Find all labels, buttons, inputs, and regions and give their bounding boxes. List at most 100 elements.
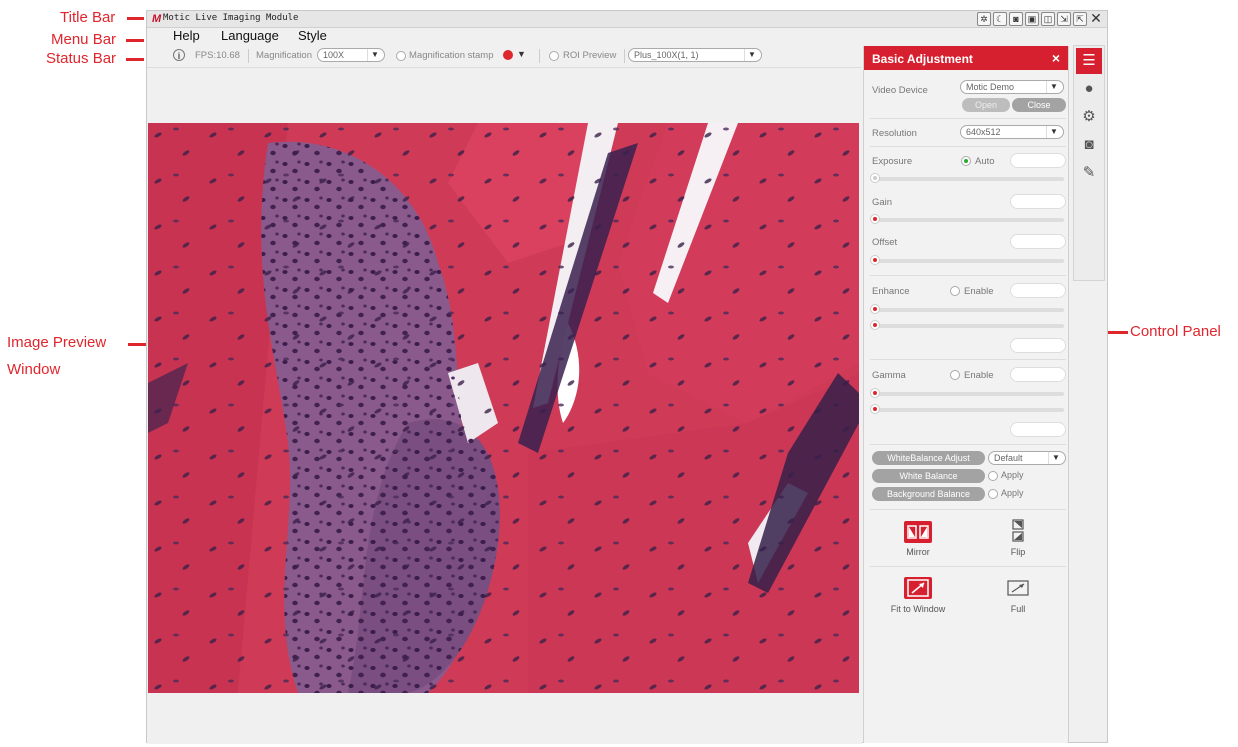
control-panel: Basic Adjustment × Video Device Motic De… <box>863 46 1069 743</box>
roi-preview-radio[interactable] <box>549 51 559 61</box>
chevron-down-icon: ▼ <box>1048 452 1063 464</box>
title-bar: M Motic Live Imaging Module ✲ ☾ ◙ ▣ ◫ ⇲ … <box>147 11 1107 28</box>
white-balance-button[interactable]: White Balance <box>872 469 985 483</box>
background-balance-apply-label: Apply <box>1001 488 1024 498</box>
white-balance-apply-radio[interactable] <box>988 471 998 481</box>
expand-icon[interactable]: ⇱ <box>1073 12 1087 26</box>
color-balls-icon[interactable]: ● <box>1076 76 1102 102</box>
resolution-select[interactable]: 640x512 ▼ <box>960 125 1064 139</box>
magnification-stamp-radio[interactable] <box>396 51 406 61</box>
enhance-value-field[interactable] <box>1010 283 1066 298</box>
enhance-label: Enhance <box>872 286 910 297</box>
control-panel-title: Basic Adjustment <box>872 52 973 66</box>
exposure-value-field[interactable] <box>1010 153 1066 168</box>
gamma-enable-radio[interactable] <box>950 370 960 380</box>
white-balance-adjust-value: Default <box>994 453 1023 463</box>
annotation-line-menu-bar <box>126 39 144 42</box>
menu-language[interactable]: Language <box>221 28 279 43</box>
sliders-icon[interactable]: ☰ <box>1076 48 1102 74</box>
annotation-line-image-preview <box>128 343 146 346</box>
gamma-enable-label: Enable <box>964 370 994 381</box>
enhance-value-field-2[interactable] <box>1010 338 1066 353</box>
annotation-title-bar: Title Bar <box>60 9 116 26</box>
info-icon[interactable]: i <box>173 49 185 61</box>
annotation-image-preview: Image Preview <box>7 334 107 351</box>
mirror-label: Mirror <box>906 547 930 557</box>
chevron-down-icon: ▼ <box>367 49 382 61</box>
gamma-value-field-2[interactable] <box>1010 422 1066 437</box>
divider <box>870 118 1066 119</box>
slider-handle[interactable] <box>870 214 880 224</box>
separator <box>624 49 625 63</box>
close-device-button[interactable]: Close <box>1012 98 1066 112</box>
split-icon[interactable]: ◫ <box>1041 12 1055 26</box>
close-icon[interactable]: ✕ <box>1089 11 1103 26</box>
microscope-image[interactable] <box>148 123 859 693</box>
white-balance-adjust-select[interactable]: Default ▼ <box>988 451 1066 465</box>
divider <box>870 275 1066 276</box>
stamp-color-swatch[interactable] <box>503 50 513 60</box>
gain-value-field[interactable] <box>1010 194 1066 209</box>
moon-icon[interactable]: ☾ <box>993 12 1007 26</box>
slider-handle[interactable] <box>870 404 880 414</box>
full-icon[interactable] <box>1004 577 1032 599</box>
background-balance-button[interactable]: Background Balance <box>872 487 985 501</box>
gears-icon[interactable]: ⚙ <box>1076 104 1102 130</box>
slider-handle[interactable] <box>870 304 880 314</box>
magnification-select[interactable]: 100X ▼ <box>317 48 385 62</box>
annotation-line-status-bar <box>126 58 144 61</box>
fit-to-window-label: Fit to Window <box>890 604 946 614</box>
control-panel-header: Basic Adjustment × <box>864 46 1068 70</box>
annotation-line-title-bar <box>127 17 144 20</box>
slider-handle[interactable] <box>870 388 880 398</box>
settings-icon[interactable]: ✲ <box>977 12 991 26</box>
white-balance-adjust-button[interactable]: WhiteBalance Adjust <box>872 451 985 465</box>
annotation-line-control-panel <box>1108 331 1128 334</box>
window-icon[interactable]: ▣ <box>1025 12 1039 26</box>
flip-icon[interactable] <box>1004 518 1032 542</box>
magnification-stamp-label: Magnification stamp <box>409 50 494 61</box>
exposure-slider[interactable] <box>870 173 1064 183</box>
annotation-image-preview-window: Window <box>7 361 61 378</box>
ruler-icon[interactable]: ✎ <box>1076 160 1102 186</box>
app-window: M Motic Live Imaging Module ✲ ☾ ◙ ▣ ◫ ⇲ … <box>146 10 1108 744</box>
full-label: Full <box>1010 604 1026 614</box>
chevron-down-icon[interactable]: ▼ <box>517 49 526 59</box>
separator <box>248 49 249 63</box>
camera-icon[interactable]: ◙ <box>1009 12 1023 26</box>
video-device-select[interactable]: Motic Demo ▼ <box>960 80 1064 94</box>
divider <box>870 566 1066 567</box>
camera-icon[interactable]: ◙ <box>1076 132 1102 158</box>
mirror-icon[interactable] <box>904 521 932 543</box>
background-balance-apply-radio[interactable] <box>988 489 998 499</box>
shrink-icon[interactable]: ⇲ <box>1057 12 1071 26</box>
slider-handle[interactable] <box>870 173 880 183</box>
exposure-auto-radio[interactable] <box>961 156 971 166</box>
menu-style[interactable]: Style <box>298 28 327 43</box>
gain-slider[interactable] <box>870 214 1064 224</box>
roi-preview-label: ROI Preview <box>563 50 617 61</box>
open-button[interactable]: Open <box>962 98 1010 112</box>
image-preview-window[interactable] <box>147 67 862 744</box>
divider <box>870 509 1066 510</box>
status-bar: i FPS:10.68 Magnification 100X ▼ Magnifi… <box>147 46 862 66</box>
gamma-slider-2[interactable] <box>870 404 1064 414</box>
divider <box>870 146 1066 147</box>
motic-logo: M <box>152 13 162 25</box>
slider-handle[interactable] <box>870 320 880 330</box>
gamma-value-field[interactable] <box>1010 367 1066 382</box>
gamma-slider-1[interactable] <box>870 388 1064 398</box>
enhance-enable-radio[interactable] <box>950 286 960 296</box>
close-icon[interactable]: × <box>1052 50 1060 66</box>
offset-slider[interactable] <box>870 255 1064 265</box>
magnification-value: 100X <box>323 50 345 60</box>
enhance-slider-2[interactable] <box>870 320 1064 330</box>
slider-handle[interactable] <box>870 255 880 265</box>
offset-value-field[interactable] <box>1010 234 1066 249</box>
flip-label: Flip <box>1010 547 1026 557</box>
enhance-slider-1[interactable] <box>870 304 1064 314</box>
menu-help[interactable]: Help <box>173 28 200 43</box>
fit-to-window-icon[interactable] <box>904 577 932 599</box>
divider <box>870 359 1066 360</box>
roi-select[interactable]: Plus_100X(1, 1) ▼ <box>628 48 762 62</box>
